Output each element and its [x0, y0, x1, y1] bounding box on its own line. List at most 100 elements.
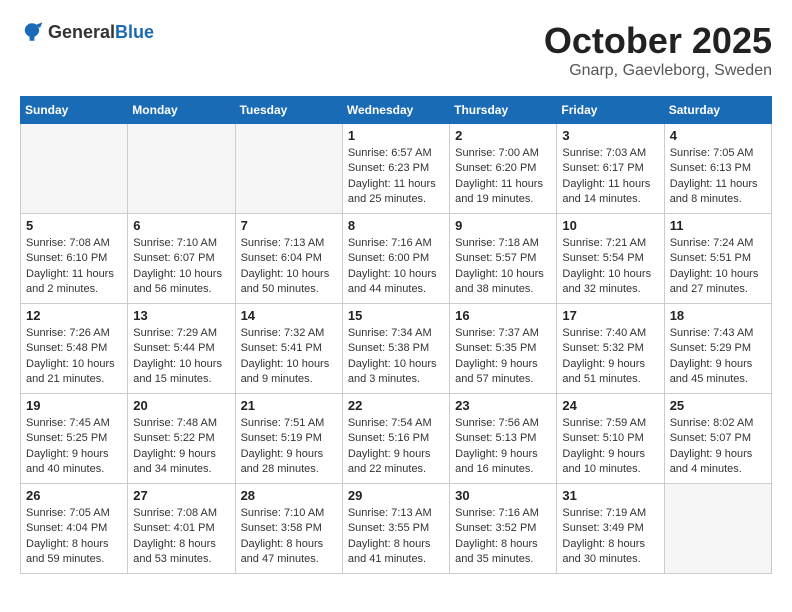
cell-line: Sunset: 3:55 PM	[348, 522, 429, 534]
logo: GeneralBlue	[20, 20, 154, 44]
cell-line: and 47 minutes.	[241, 553, 319, 565]
cell-content: Sunrise: 7:08 AMSunset: 4:01 PMDaylight:…	[133, 506, 229, 568]
calendar-cell: 4Sunrise: 7:05 AMSunset: 6:13 PMDaylight…	[664, 124, 771, 214]
day-header-monday: Monday	[128, 97, 235, 124]
date-number: 23	[455, 398, 551, 413]
cell-content: Sunrise: 7:10 AMSunset: 3:58 PMDaylight:…	[241, 506, 337, 568]
cell-line: Daylight: 10 hours	[26, 358, 115, 370]
cell-line: and 16 minutes.	[455, 463, 533, 475]
calendar-cell: 17Sunrise: 7:40 AMSunset: 5:32 PMDayligh…	[557, 304, 664, 394]
cell-line: and 50 minutes.	[241, 283, 319, 295]
cell-line: Daylight: 9 hours	[26, 448, 109, 460]
cell-line: Sunrise: 7:05 AM	[26, 507, 110, 519]
cell-content: Sunrise: 7:19 AMSunset: 3:49 PMDaylight:…	[562, 506, 658, 568]
cell-line: and 30 minutes.	[562, 553, 640, 565]
cell-line: Sunset: 5:13 PM	[455, 432, 536, 444]
date-number: 14	[241, 308, 337, 323]
date-number: 8	[348, 218, 444, 233]
cell-line: Sunrise: 7:48 AM	[133, 417, 217, 429]
cell-line: Sunrise: 7:32 AM	[241, 327, 325, 339]
calendar-cell: 30Sunrise: 7:16 AMSunset: 3:52 PMDayligh…	[450, 484, 557, 574]
cell-line: and 3 minutes.	[348, 373, 420, 385]
calendar-cell: 13Sunrise: 7:29 AMSunset: 5:44 PMDayligh…	[128, 304, 235, 394]
cell-content: Sunrise: 7:21 AMSunset: 5:54 PMDaylight:…	[562, 236, 658, 298]
cell-line: and 19 minutes.	[455, 193, 533, 205]
cell-content: Sunrise: 7:34 AMSunset: 5:38 PMDaylight:…	[348, 326, 444, 388]
cell-line: and 21 minutes.	[26, 373, 104, 385]
cell-line: Sunrise: 7:18 AM	[455, 237, 539, 249]
cell-line: Sunset: 5:48 PM	[26, 342, 107, 354]
cell-content: Sunrise: 7:08 AMSunset: 6:10 PMDaylight:…	[26, 236, 122, 298]
cell-content: Sunrise: 7:43 AMSunset: 5:29 PMDaylight:…	[670, 326, 766, 388]
calendar-cell: 14 Sunrise: 7:32 AMSunset: 5:41 PMDayligh…	[235, 304, 342, 394]
week-row-3: 12Sunrise: 7:26 AMSunset: 5:48 PMDayligh…	[21, 304, 772, 394]
cell-line: and 28 minutes.	[241, 463, 319, 475]
cell-line: Sunset: 5:35 PM	[455, 342, 536, 354]
cell-line: Sunset: 3:58 PM	[241, 522, 322, 534]
date-number: 6	[133, 218, 229, 233]
cell-content: Sunrise: 7:26 AMSunset: 5:48 PMDaylight:…	[26, 326, 122, 388]
cell-line: Daylight: 9 hours	[455, 358, 538, 370]
cell-line: Sunset: 3:52 PM	[455, 522, 536, 534]
calendar-cell: 18 Sunrise: 7:43 AMSunset: 5:29 PMDayligh…	[664, 304, 771, 394]
cell-line: Daylight: 9 hours	[670, 358, 753, 370]
day-header-saturday: Saturday	[664, 97, 771, 124]
cell-line: Sunrise: 7:13 AM	[241, 237, 325, 249]
cell-line: Sunrise: 7:40 AM	[562, 327, 646, 339]
date-number: 10	[562, 218, 658, 233]
cell-content: Sunrise: 6:57 AMSunset: 6:23 PMDaylight:…	[348, 146, 444, 208]
cell-line: Daylight: 11 hours	[26, 268, 114, 280]
cell-line: Sunrise: 7:08 AM	[26, 237, 110, 249]
calendar-cell: 25Sunrise: 8:02 AMSunset: 5:07 PMDayligh…	[664, 394, 771, 484]
cell-line: Sunrise: 7:29 AM	[133, 327, 217, 339]
calendar-cell: 1 Sunrise: 6:57 AMSunset: 6:23 PMDaylight…	[342, 124, 449, 214]
page-header: GeneralBlue October 2025 Gnarp, Gaevlebo…	[20, 20, 772, 80]
cell-content: Sunrise: 7:54 AMSunset: 5:16 PMDaylight:…	[348, 416, 444, 478]
calendar-cell: 15Sunrise: 7:34 AMSunset: 5:38 PMDayligh…	[342, 304, 449, 394]
cell-line: Sunrise: 7:10 AM	[133, 237, 217, 249]
calendar-cell: 20 Sunrise: 7:48 AMSunset: 5:22 PMDayligh…	[128, 394, 235, 484]
cell-line: and 44 minutes.	[348, 283, 426, 295]
calendar-cell: 11Sunrise: 7:24 AMSunset: 5:51 PMDayligh…	[664, 214, 771, 304]
cell-content: Sunrise: 7:48 AMSunset: 5:22 PMDaylight:…	[133, 416, 229, 478]
cell-line: Sunrise: 7:13 AM	[348, 507, 432, 519]
date-number: 22	[348, 398, 444, 413]
cell-line: and 34 minutes.	[133, 463, 211, 475]
date-number: 18	[670, 308, 766, 323]
cell-content: Sunrise: 7:45 AMSunset: 5:25 PMDaylight:…	[26, 416, 122, 478]
date-number: 17	[562, 308, 658, 323]
cell-line: and 38 minutes.	[455, 283, 533, 295]
day-header-wednesday: Wednesday	[342, 97, 449, 124]
date-number: 20	[133, 398, 229, 413]
cell-line: Daylight: 10 hours	[241, 268, 330, 280]
cell-content: Sunrise: 7:32 AMSunset: 5:41 PMDaylight:…	[241, 326, 337, 388]
cell-line: Sunset: 6:17 PM	[562, 162, 643, 174]
date-number: 29	[348, 488, 444, 503]
cell-line: and 25 minutes.	[348, 193, 426, 205]
cell-line: Sunset: 6:04 PM	[241, 252, 322, 264]
cell-line: Daylight: 8 hours	[455, 538, 538, 550]
calendar-subtitle: Gnarp, Gaevleborg, Sweden	[544, 62, 772, 80]
cell-line: Daylight: 10 hours	[241, 358, 330, 370]
cell-content: Sunrise: 7:05 AMSunset: 6:13 PMDaylight:…	[670, 146, 766, 208]
cell-line: and 4 minutes.	[670, 463, 742, 475]
calendar-cell	[235, 124, 342, 214]
calendar-cell: 21Sunrise: 7:51 AMSunset: 5:19 PMDayligh…	[235, 394, 342, 484]
date-number: 16	[455, 308, 551, 323]
cell-line: Sunset: 5:25 PM	[26, 432, 107, 444]
date-number: 24	[562, 398, 658, 413]
calendar-cell: 27Sunrise: 7:08 AMSunset: 4:01 PMDayligh…	[128, 484, 235, 574]
cell-content: Sunrise: 7:10 AMSunset: 6:07 PMDaylight:…	[133, 236, 229, 298]
cell-content: Sunrise: 7:18 AMSunset: 5:57 PMDaylight:…	[455, 236, 551, 298]
date-number: 26	[26, 488, 122, 503]
cell-line: and 35 minutes.	[455, 553, 533, 565]
date-number: 3	[562, 128, 658, 143]
cell-content: Sunrise: 7:37 AMSunset: 5:35 PMDaylight:…	[455, 326, 551, 388]
day-header-thursday: Thursday	[450, 97, 557, 124]
calendar-cell: 9Sunrise: 7:18 AMSunset: 5:57 PMDaylight…	[450, 214, 557, 304]
cell-content: Sunrise: 7:05 AMSunset: 4:04 PMDaylight:…	[26, 506, 122, 568]
date-number: 1	[348, 128, 444, 143]
cell-line: Sunrise: 7:51 AM	[241, 417, 325, 429]
cell-line: and 40 minutes.	[26, 463, 104, 475]
calendar-cell	[664, 484, 771, 574]
